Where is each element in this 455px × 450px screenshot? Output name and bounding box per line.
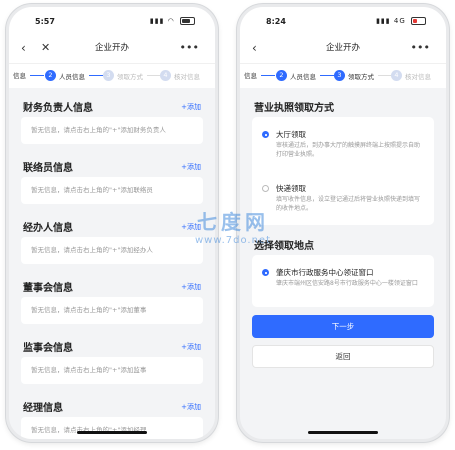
wifi-icon: ◠ [167,17,175,25]
add-finance-button[interactable]: +添加 [181,102,201,112]
next-step-button[interactable]: 下一步 [252,315,434,338]
empty-hint-manager: 暂无信息，请点击右上角的"+"添加经理 [21,417,203,439]
radio-location[interactable] [262,269,269,276]
empty-hint-supervisor: 暂无信息，请点击右上角的"+"添加监事 [21,357,203,384]
step-1: 信息 [244,70,275,80]
phone-screen-personnel-info: 5:57 ▮▮▮ ◠ ‹ ✕ 企业开办 ••• 信息 2 人员信息 3 领取方式 4… [6,4,218,442]
step-3: 3 领取方式 [103,70,161,81]
nav-bar: ‹ 企业开办 ••• [240,33,446,63]
section-title-board: 董事会信息 [23,283,73,294]
signal-icon: ▮▮▮ [376,17,391,25]
add-supervisor-button[interactable]: +添加 [181,342,201,352]
step-3: 3 领取方式 [334,70,392,81]
option-title: 快递领取 [276,184,306,193]
pickup-location-title: 选择领取地点 [254,241,314,252]
ellipsis-icon[interactable]: ••• [411,33,430,63]
step-progress: 信息 2 人员信息 3 领取方式 4 核对信息 [9,63,215,88]
step-progress: 信息 2 人员信息 3 领取方式 4 核对信息 [240,63,446,88]
add-liaison-button[interactable]: +添加 [181,162,201,172]
network-label: 4G [393,17,406,25]
page-title: 企业开办 [325,43,360,53]
option-title: 大厅领取 [276,130,306,139]
step-4: 4 核对信息 [391,70,431,81]
step-2: 2 人员信息 [276,70,334,81]
chevron-left-icon[interactable]: ‹ [21,33,26,63]
add-board-button[interactable]: +添加 [181,282,201,292]
status-icons: ▮▮▮ 4G [376,17,426,25]
section-title-supervisor: 监事会信息 [23,343,73,354]
section-title-manager: 经理信息 [23,403,63,414]
ellipsis-icon[interactable]: ••• [180,33,199,63]
step-1: 信息 [13,70,44,80]
step-4: 4 核对信息 [160,70,200,81]
radio-express-pickup[interactable] [262,185,269,192]
status-time: 5:57 [35,17,55,26]
radio-hall-pickup[interactable] [262,131,269,138]
close-icon[interactable]: ✕ [41,33,50,63]
empty-hint-liaison: 暂无信息，请点击右上角的"+"添加联络员 [21,177,203,204]
empty-hint-finance: 暂无信息，请点击右上角的"+"添加财务负责人 [21,117,203,144]
battery-icon [411,17,426,25]
status-bar: 5:57 ▮▮▮ ◠ [9,7,215,33]
add-manager-button[interactable]: +添加 [181,402,201,412]
empty-hint-board: 暂无信息，请点击右上角的"+"添加董事 [21,297,203,324]
phone-screen-pickup-method: 8:24 ▮▮▮ 4G ‹ 企业开办 ••• 信息 2 人员信息 3 领取方式 4核… [237,4,449,442]
status-bar: 8:24 ▮▮▮ 4G [240,7,446,33]
section-title-liaison: 联络员信息 [23,163,73,174]
option-desc: 审核通过后，到办事大厅的触摸屏终端上按照提示自助打印营业执照。 [276,142,421,158]
location-desc: 肇庆市端州区信安路8号市行政服务中心一楼领证窗口 [276,280,418,287]
page-title: 企业开办 [94,43,129,53]
back-button[interactable]: 返回 [252,345,434,368]
pickup-location-card[interactable]: 肇庆市行政服务中心领证窗口 肇庆市端州区信安路8号市行政服务中心一楼领证窗口 [252,255,434,307]
battery-icon [180,17,195,25]
home-indicator [77,431,147,434]
nav-bar: ‹ ✕ 企业开办 ••• [9,33,215,63]
home-indicator [308,431,378,434]
chevron-left-icon[interactable]: ‹ [252,33,257,63]
license-pickup-title: 营业执照领取方式 [254,103,334,114]
add-agent-button[interactable]: +添加 [181,222,201,232]
section-title-agent: 经办人信息 [23,223,73,234]
empty-hint-agent: 暂无信息，请点击右上角的"+"添加经办人 [21,237,203,264]
status-icons: ▮▮▮ ◠ [150,17,195,25]
signal-icon: ▮▮▮ [149,17,165,25]
location-title: 肇庆市行政服务中心领证窗口 [276,268,374,277]
section-title-finance: 财务负责人信息 [23,103,93,114]
status-time: 8:24 [266,17,286,26]
pickup-options-card: 大厅领取 审核通过后，到办事大厅的触摸屏终端上按照提示自助打印营业执照。 快递领… [252,117,434,225]
option-desc: 填写收件信息，设立登记通过后将营业执照快递到填写的收件地点。 [276,196,421,212]
step-2: 2 人员信息 [45,70,103,81]
